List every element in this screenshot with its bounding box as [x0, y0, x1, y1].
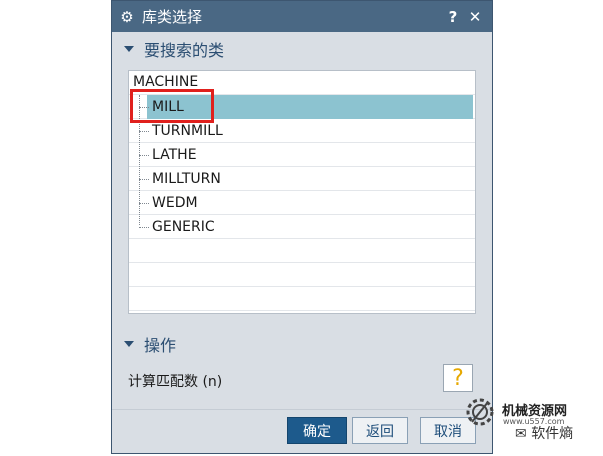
- tree-node-label: LATHE: [152, 147, 197, 163]
- gear-icon: ⚙: [120, 7, 134, 26]
- ok-button[interactable]: 确定: [287, 417, 347, 444]
- back-button[interactable]: 返回: [352, 417, 408, 444]
- operations-section-header[interactable]: 操作: [116, 331, 488, 357]
- tree-node-wedm[interactable]: WEDM: [129, 191, 475, 215]
- tree-node-millturn[interactable]: MILLTURN: [129, 167, 475, 191]
- empty-row: [129, 239, 475, 263]
- tree-connector: [139, 227, 149, 228]
- match-count-label: 计算匹配数 (n): [128, 374, 223, 390]
- collapse-triangle-icon[interactable]: [124, 341, 134, 347]
- tree-node-generic[interactable]: GENERIC: [129, 215, 475, 239]
- highlight-annotation-box: [130, 89, 214, 123]
- tree-node-lathe[interactable]: LATHE: [129, 143, 475, 167]
- search-section-title: 要搜索的类: [144, 41, 225, 60]
- title-bar[interactable]: ⚙ 库类选择 ? ✕: [112, 1, 492, 32]
- tree-connector: [139, 131, 149, 132]
- tree-node-label: TURNMILL: [152, 123, 223, 139]
- tree-connector: [139, 155, 149, 156]
- tree-connector: [139, 179, 149, 180]
- tree-node-label: MILLTURN: [152, 171, 221, 187]
- collapse-triangle-icon[interactable]: [124, 46, 134, 52]
- empty-row: [129, 287, 475, 311]
- dialog-title: 库类选择: [142, 8, 203, 26]
- close-button[interactable]: ✕: [464, 8, 486, 26]
- wechat-icon: ✉: [515, 426, 527, 442]
- search-section-header[interactable]: 要搜索的类: [116, 36, 488, 62]
- library-class-dialog: ⚙ 库类选择 ? ✕ 要搜索的类 MACHINE MILL TURNMILL L…: [111, 0, 493, 454]
- watermark-gear-icon: [466, 398, 494, 426]
- watermark-source-label: 软件熵: [531, 426, 574, 442]
- empty-row: [129, 263, 475, 287]
- tree-node-label: MACHINE: [133, 74, 199, 90]
- tree-node-label: GENERIC: [152, 219, 215, 235]
- question-mark-icon: ?: [452, 365, 464, 391]
- watermark-source: ✉ 软件熵: [515, 423, 573, 443]
- tree-connector: [139, 203, 149, 204]
- operations-section-title: 操作: [144, 336, 177, 355]
- match-count-help-button[interactable]: ?: [443, 364, 473, 392]
- help-button[interactable]: ?: [442, 8, 464, 26]
- tree-node-label: WEDM: [152, 195, 198, 211]
